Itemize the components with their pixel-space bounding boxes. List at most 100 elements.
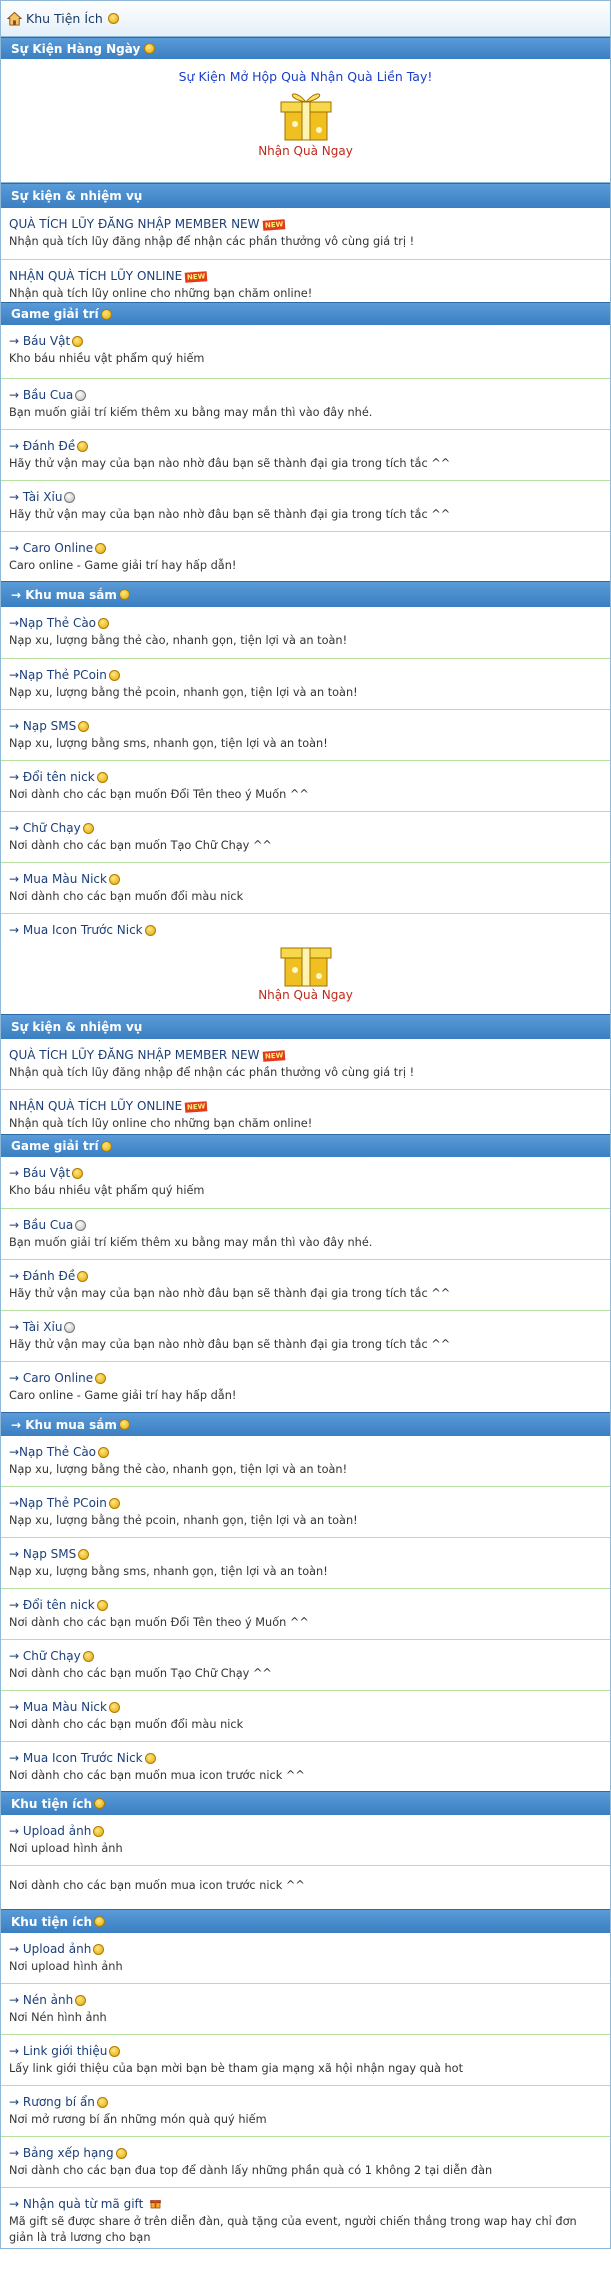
list-item[interactable]: → Nén ảnh Nơi Nén hình ảnh: [1, 1984, 610, 2035]
smiley-icon: [98, 618, 110, 629]
smiley-icon: [108, 1702, 120, 1713]
item-title[interactable]: → Tài Xỉu: [9, 490, 62, 504]
item-title[interactable]: → Upload ảnh: [9, 1942, 91, 1956]
list-item[interactable]: QUÀ TÍCH LŨY ĐĂNG NHẬP MEMBER NEW NEW Nhậ…: [1, 208, 610, 260]
list-item[interactable]: → Đổi tên nick Nơi dành cho các bạn muốn…: [1, 761, 610, 812]
section-shop: → Khu mua sắm: [1, 581, 610, 607]
item-title[interactable]: → Nhận quà từ mã gift: [9, 2197, 143, 2211]
list-item[interactable]: → Bầu Cua Bạn muốn giải trí kiếm thêm xu…: [1, 379, 610, 430]
gift-box-icon[interactable]: [275, 942, 337, 988]
smiley-icon: [96, 1600, 108, 1611]
item-title[interactable]: →Nạp Thẻ Cào: [9, 1445, 96, 1459]
item-title[interactable]: → Mua Icon Trước Nick: [9, 1751, 143, 1765]
item-title[interactable]: → Mua Màu Nick: [9, 1700, 107, 1714]
list-item[interactable]: NHẬN QUÀ TÍCH LŨY ONLINE NEW Nhận quà tíc…: [1, 1090, 610, 1134]
item-title[interactable]: → Upload ảnh: [9, 1824, 91, 1838]
item-title[interactable]: → Báu Vật: [9, 1166, 70, 1180]
item-title[interactable]: → Nạp SMS: [9, 719, 76, 733]
item-title[interactable]: → Chữ Chạy: [9, 1649, 81, 1663]
item-title[interactable]: QUÀ TÍCH LŨY ĐĂNG NHẬP MEMBER NEW: [9, 1048, 260, 1062]
smiley-icon: [115, 2148, 127, 2159]
item-title[interactable]: → Link giới thiệu: [9, 2044, 107, 2058]
item-title[interactable]: → Mua Màu Nick: [9, 872, 107, 886]
item-title[interactable]: → Đổi tên nick: [9, 1598, 95, 1612]
item-desc: Nơi dành cho các bạn muốn Tạo Chữ Chạy ^…: [9, 839, 272, 852]
list-item[interactable]: → Tài Xỉu Hãy thử vận may của bạn nào nh…: [1, 481, 610, 532]
smiley-icon: [94, 1798, 106, 1809]
list-item[interactable]: → Rương bí ẩn Nơi mở rương bí ẩn những m…: [1, 2086, 610, 2137]
list-item[interactable]: →Nạp Thẻ Cào Nạp xu, lượng bằng thẻ cào,…: [1, 1436, 610, 1487]
item-title[interactable]: NHẬN QUÀ TÍCH LŨY ONLINE: [9, 269, 182, 283]
item-desc: Nơi dành cho các bạn đua top để dành lấy…: [9, 2164, 493, 2177]
list-item[interactable]: → Đánh Đề Hãy thử vận may của bạn nào nh…: [1, 1260, 610, 1311]
smiley-icon: [100, 1140, 112, 1152]
item-title[interactable]: → Đổi tên nick: [9, 770, 95, 784]
smiley-icon: [82, 1651, 94, 1662]
list-item[interactable]: → Đổi tên nick Nơi dành cho các bạn muốn…: [1, 1589, 610, 1640]
list-item[interactable]: → Upload ảnh Nơi upload hình ảnh: [1, 1815, 610, 1866]
list-item[interactable]: → Nạp SMS Nạp xu, lượng bằng sms, nhanh …: [1, 1538, 610, 1589]
list-item[interactable]: →Nạp Thẻ Cào Nạp xu, lượng bằng thẻ cào,…: [1, 607, 610, 659]
item-title[interactable]: → Đánh Đề: [9, 439, 75, 453]
item-title[interactable]: NHẬN QUÀ TÍCH LŨY ONLINE: [9, 1099, 182, 1113]
list-item[interactable]: QUÀ TÍCH LŨY ĐĂNG NHẬP MEMBER NEW NEW Nhậ…: [1, 1039, 610, 1090]
item-title[interactable]: → Tài Xỉu: [9, 1320, 62, 1334]
item-desc: Nhận quà tích lũy đăng nhập để nhận các …: [9, 1066, 415, 1079]
item-title[interactable]: →Nạp Thẻ Cào: [9, 616, 96, 630]
item-title[interactable]: → Rương bí ẩn: [9, 2095, 95, 2109]
item-title[interactable]: → Nén ảnh: [9, 1993, 73, 2007]
section-title: Khu tiện ích: [11, 1796, 93, 1811]
list-item[interactable]: → Chữ Chạy Nơi dành cho các bạn muốn Tạo…: [1, 812, 610, 863]
dice-icon: [64, 492, 76, 503]
list-item[interactable]: →Nạp Thẻ PCoin Nạp xu, lượng bằng thẻ pc…: [1, 1487, 610, 1538]
smiley-icon: [100, 308, 112, 320]
item-desc: Nhận quà tích lũy online cho những bạn c…: [9, 287, 313, 300]
list-item[interactable]: Nơi dành cho các bạn muốn mua icon trước…: [1, 1866, 610, 1909]
list-item[interactable]: → Upload ảnh Nơi upload hình ảnh: [1, 1933, 610, 1984]
item-title[interactable]: → Mua Icon Trước Nick: [9, 923, 143, 937]
item-title[interactable]: → Caro Online: [9, 1371, 93, 1385]
list-item[interactable]: → Bảng xếp hạng Nơi dành cho các bạn đua…: [1, 2137, 610, 2188]
list-item[interactable]: → Đánh Đề Hãy thử vận may của bạn nào nh…: [1, 430, 610, 481]
list-item[interactable]: →Nạp Thẻ PCoin Nạp xu, lượng bằng thẻ pc…: [1, 659, 610, 710]
list-item[interactable]: → Link giới thiệu Lấy link giới thiệu củ…: [1, 2035, 610, 2086]
item-title[interactable]: QUÀ TÍCH LŨY ĐĂNG NHẬP MEMBER NEW: [9, 217, 260, 231]
dice-icon: [75, 1220, 87, 1231]
section-utilities: Khu tiện ích: [1, 1791, 610, 1815]
item-title[interactable]: →Nạp Thẻ PCoin: [9, 1496, 107, 1510]
list-item[interactable]: → Tài Xỉu Hãy thử vận may của bạn nào nh…: [1, 1311, 610, 1362]
gift-caption[interactable]: Nhận Quà Ngay: [1, 144, 610, 158]
smiley-icon: [98, 1447, 110, 1458]
item-title[interactable]: → Báu Vật: [9, 334, 70, 348]
item-title[interactable]: → Đánh Đề: [9, 1269, 75, 1283]
home-icon[interactable]: [6, 11, 23, 26]
list-item[interactable]: → Mua Icon Trước Nick Nhận Quà Ngay: [1, 914, 610, 1014]
item-title[interactable]: → Bầu Cua: [9, 1218, 73, 1232]
item-title[interactable]: → Chữ Chạy: [9, 821, 81, 835]
item-title[interactable]: → Bảng xếp hạng: [9, 2146, 114, 2160]
item-title[interactable]: →Nạp Thẻ PCoin: [9, 668, 107, 682]
gift-caption[interactable]: Nhận Quà Ngay: [9, 988, 602, 1002]
list-item[interactable]: NHẬN QUÀ TÍCH LŨY ONLINE NEW Nhận quà tíc…: [1, 260, 610, 302]
list-item[interactable]: → Caro Online Caro online - Game giải tr…: [1, 1362, 610, 1412]
page-title: Khu Tiện Ích: [26, 11, 103, 26]
list-item[interactable]: → Nạp SMS Nạp xu, lượng bằng sms, nhanh …: [1, 710, 610, 761]
page-header: Khu Tiện Ích: [1, 0, 610, 37]
list-item[interactable]: → Nhận quà từ mã gift Mã gift sẽ được sh…: [1, 2188, 610, 2248]
gift-box-icon[interactable]: [275, 84, 337, 144]
list-item[interactable]: → Mua Màu Nick Nơi dành cho các bạn muốn…: [1, 1691, 610, 1742]
list-item[interactable]: → Caro Online Caro online - Game giải tr…: [1, 532, 610, 581]
event-link[interactable]: Sự Kiện Mở Hộp Quà Nhận Quà Liền Tay!: [1, 69, 610, 84]
item-title[interactable]: → Bầu Cua: [9, 388, 73, 402]
smiley-icon: [109, 2046, 121, 2057]
item-desc: Caro online - Game giải trí hay hấp dẫn!: [9, 1389, 237, 1402]
list-item[interactable]: → Báu Vật Kho báu nhiều vật phẩm quý hiế…: [1, 325, 610, 379]
item-desc: Nạp xu, lượng bằng thẻ cào, nhanh gọn, t…: [9, 634, 348, 647]
list-item[interactable]: → Mua Icon Trước Nick Nơi dành cho các b…: [1, 1742, 610, 1791]
item-title[interactable]: → Nạp SMS: [9, 1547, 76, 1561]
item-title[interactable]: → Caro Online: [9, 541, 93, 555]
list-item[interactable]: → Báu Vật Kho báu nhiều vật phẩm quý hiế…: [1, 1157, 610, 1209]
list-item[interactable]: → Chữ Chạy Nơi dành cho các bạn muốn Tạo…: [1, 1640, 610, 1691]
list-item[interactable]: → Bầu Cua Bạn muốn giải trí kiếm thêm xu…: [1, 1209, 610, 1260]
list-item[interactable]: → Mua Màu Nick Nơi dành cho các bạn muốn…: [1, 863, 610, 914]
